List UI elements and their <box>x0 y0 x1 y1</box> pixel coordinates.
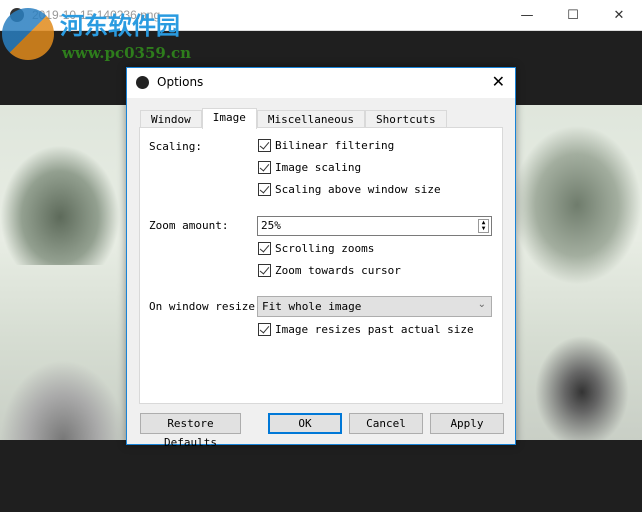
checkbox-label: Zoom towards cursor <box>275 264 401 277</box>
window-title: 2019-10-15 140236.png <box>32 8 161 22</box>
tab-bar: Window Image Miscellaneous Shortcuts <box>140 108 447 129</box>
close-button[interactable]: ✕ <box>596 0 642 31</box>
zoom-amount-value: 25% <box>261 219 281 232</box>
checkbox-label: Scrolling zooms <box>275 242 375 255</box>
chevron-down-icon: ⌄ <box>477 299 486 310</box>
dialog-titlebar: Options ✕ <box>127 68 515 98</box>
restore-defaults-button[interactable]: Restore Defaults <box>140 413 241 449</box>
image-resizes-past-checkbox[interactable]: Image resizes past actual size <box>258 323 474 336</box>
ok-button[interactable]: OK <box>268 413 342 434</box>
window-titlebar: 2019-10-15 140236.png — ☐ ✕ <box>0 0 642 31</box>
dialog-title: Options <box>157 75 204 89</box>
checkbox-label: Image scaling <box>275 161 362 174</box>
checkbox-checked-icon <box>258 242 271 255</box>
on-window-resize-select[interactable]: Fit whole image ⌄ <box>257 296 492 317</box>
maximize-button[interactable]: ☐ <box>550 0 596 31</box>
scaling-label: Scaling: <box>149 140 202 153</box>
checkbox-label: Bilinear filtering <box>275 139 395 152</box>
spin-up-down-icon[interactable]: ▲ ▼ <box>478 219 489 233</box>
dialog-icon <box>136 76 149 89</box>
checkbox-checked-icon <box>258 139 271 152</box>
options-dialog: Options ✕ Window Image Miscellaneous Sho… <box>126 67 516 449</box>
image-tab-panel: Scaling: Bilinear filtering Image scalin… <box>139 127 503 404</box>
scaling-above-window-checkbox[interactable]: Scaling above window size <box>258 183 441 196</box>
scrolling-zooms-checkbox[interactable]: Scrolling zooms <box>258 242 374 255</box>
minimize-button[interactable]: — <box>504 0 550 31</box>
image-scaling-checkbox[interactable]: Image scaling <box>258 161 361 174</box>
zoom-towards-cursor-checkbox[interactable]: Zoom towards cursor <box>258 264 401 277</box>
on-window-resize-label: On window resize: <box>149 300 262 313</box>
apply-button[interactable]: Apply <box>430 413 504 434</box>
checkbox-checked-icon <box>258 264 271 277</box>
bridge-scene <box>0 360 126 440</box>
bilinear-filtering-checkbox[interactable]: Bilinear filtering <box>258 139 394 152</box>
app-icon <box>10 8 24 22</box>
checkbox-checked-icon <box>258 183 271 196</box>
mountain-right <box>512 125 642 285</box>
checkbox-label: Image resizes past actual size <box>275 323 474 336</box>
checkbox-label: Scaling above window size <box>275 183 441 196</box>
cancel-button[interactable]: Cancel <box>349 413 423 434</box>
bamboo-scene <box>522 320 642 440</box>
zoom-amount-spinbox[interactable]: 25% ▲ ▼ <box>257 216 492 236</box>
dialog-close-button[interactable]: ✕ <box>492 72 505 91</box>
watermark-url: www.pc0359.cn <box>62 44 192 62</box>
tab-image[interactable]: Image <box>201 108 257 129</box>
zoom-amount-label: Zoom amount: <box>149 219 229 232</box>
checkbox-checked-icon <box>258 323 271 336</box>
checkbox-checked-icon <box>258 161 271 174</box>
resize-select-value: Fit whole image <box>262 300 362 313</box>
mountain-left <box>0 145 120 265</box>
